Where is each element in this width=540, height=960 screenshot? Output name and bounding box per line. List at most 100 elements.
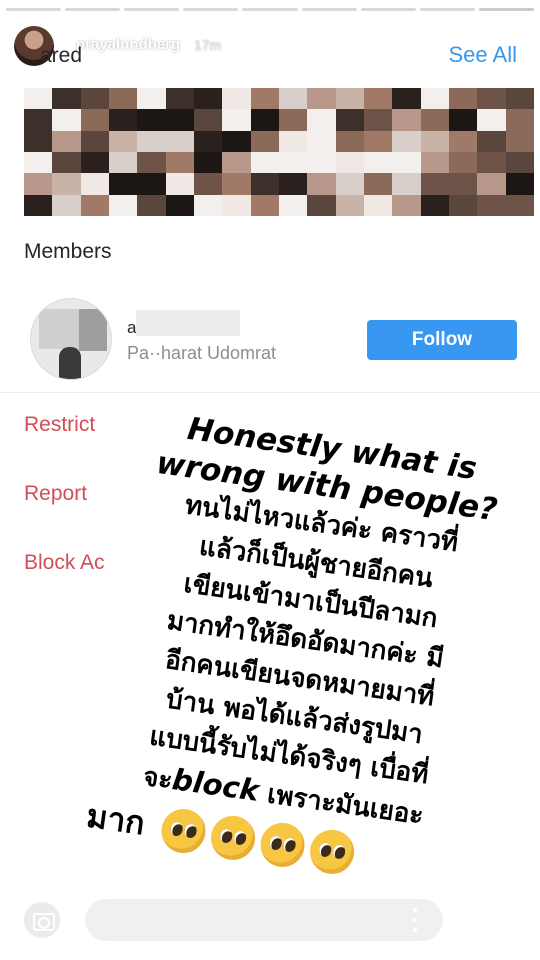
send-message-input[interactable]	[84, 898, 444, 942]
mosaic-cell	[335, 194, 364, 216]
mosaic-cell	[52, 109, 81, 131]
mosaic-cell	[165, 152, 194, 174]
mosaic-cell	[279, 152, 308, 174]
story-author-username[interactable]: prayalundberg	[76, 36, 180, 53]
mosaic-cell	[477, 109, 506, 131]
mosaic-cell	[109, 173, 138, 195]
avatar-figure	[59, 347, 81, 379]
mosaic-cell	[335, 152, 364, 174]
see-all-link[interactable]: See All	[449, 42, 518, 68]
mosaic-cell	[222, 194, 251, 216]
mosaic-cell	[307, 152, 336, 174]
member-full-name: Pa··harat Udomrat	[127, 343, 277, 363]
mosaic-cell	[335, 130, 364, 152]
mosaic-cell	[505, 194, 534, 216]
mosaic-cell	[505, 152, 534, 174]
mosaic-cell	[279, 194, 308, 216]
camera-icon[interactable]	[22, 900, 62, 940]
mosaic-cell	[392, 152, 421, 174]
mosaic-cell	[335, 173, 364, 195]
progress-segment	[242, 8, 298, 11]
mosaic-cell	[420, 173, 449, 195]
mosaic-cell	[165, 88, 194, 110]
mosaic-cell	[250, 130, 279, 152]
mosaic-cell	[335, 88, 364, 110]
mosaic-cell	[505, 109, 534, 131]
progress-segment	[6, 8, 62, 11]
mosaic-cell	[420, 88, 449, 110]
mosaic-cell	[24, 194, 53, 216]
mosaic-cell	[194, 88, 223, 110]
mosaic-cell	[137, 173, 166, 195]
shared-section-title: ared	[40, 44, 83, 67]
mosaic-cell	[52, 152, 81, 174]
overlay-thai-last-word: มาก	[84, 796, 148, 843]
mosaic-cell	[477, 88, 506, 110]
send-icon[interactable]	[474, 902, 514, 942]
mosaic-cell	[137, 130, 166, 152]
pleading-face-emoji-icon	[158, 806, 208, 856]
restrict-option[interactable]: Restrict	[24, 413, 95, 437]
progress-segment	[301, 8, 357, 11]
mosaic-cell	[364, 88, 393, 110]
mosaic-cell	[250, 173, 279, 195]
mosaic-cell	[505, 173, 534, 195]
pixelated-shared-media	[24, 88, 534, 216]
mosaic-cell	[52, 130, 81, 152]
pleading-face-emoji-icon	[207, 813, 258, 863]
mosaic-cell	[307, 130, 336, 152]
mosaic-cell	[194, 173, 223, 195]
mosaic-cell	[222, 173, 251, 195]
redacted-username-block	[136, 310, 240, 336]
divider	[0, 392, 540, 393]
report-option[interactable]: Report	[24, 482, 87, 506]
mosaic-cell	[477, 130, 506, 152]
story-reply-bar	[0, 880, 540, 960]
mosaic-cell	[364, 194, 393, 216]
mosaic-cell	[80, 109, 109, 131]
mosaic-cell	[420, 152, 449, 174]
mosaic-cell	[24, 173, 53, 195]
mosaic-cell	[477, 152, 506, 174]
pleading-face-emoji-icon	[306, 826, 357, 877]
mosaic-cell	[449, 88, 478, 110]
mosaic-cell	[80, 88, 109, 110]
progress-segment	[478, 8, 534, 11]
mosaic-cell	[24, 88, 53, 110]
mosaic-cell	[279, 173, 308, 195]
mosaic-cell	[449, 173, 478, 195]
mosaic-cell	[109, 130, 138, 152]
mosaic-cell	[392, 88, 421, 110]
mosaic-cell	[165, 173, 194, 195]
mosaic-cell	[194, 109, 223, 131]
avatar-blur-block	[79, 309, 107, 351]
mosaic-cell	[194, 130, 223, 152]
pleading-face-emoji-icon	[257, 820, 307, 870]
mosaic-cell	[307, 109, 336, 131]
mosaic-cell	[80, 130, 109, 152]
overlay-thai-fragment: จะ	[141, 762, 175, 796]
progress-segment	[183, 8, 239, 11]
mosaic-cell	[137, 194, 166, 216]
mosaic-cell	[364, 109, 393, 131]
mosaic-cell	[80, 173, 109, 195]
mosaic-cell	[222, 88, 251, 110]
progress-segment	[65, 8, 121, 11]
follow-button[interactable]: Follow	[367, 320, 517, 360]
mosaic-cell	[165, 109, 194, 131]
mosaic-cell	[194, 194, 223, 216]
mosaic-cell	[307, 88, 336, 110]
mosaic-cell	[52, 194, 81, 216]
member-avatar[interactable]	[30, 298, 112, 380]
mosaic-cell	[364, 152, 393, 174]
mosaic-cell	[477, 173, 506, 195]
mosaic-cell	[449, 130, 478, 152]
mosaic-cell	[222, 152, 251, 174]
mosaic-cell	[335, 109, 364, 131]
more-options-icon[interactable]	[412, 908, 418, 932]
mosaic-cell	[364, 173, 393, 195]
mosaic-cell	[279, 109, 308, 131]
mosaic-cell	[392, 109, 421, 131]
mosaic-cell	[80, 152, 109, 174]
mosaic-cell	[137, 88, 166, 110]
